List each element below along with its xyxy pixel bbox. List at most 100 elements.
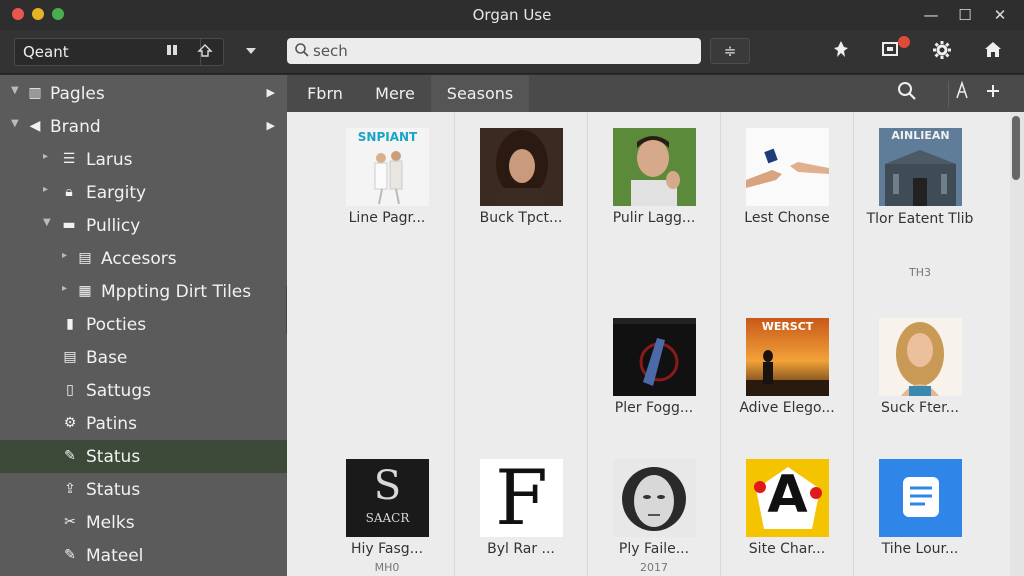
- sidebar-item-pagles[interactable]: ▼ ▥ Pagles ▶: [0, 77, 287, 110]
- sidebar-item-pullicy[interactable]: ▼ ▬ Pullicy: [0, 209, 287, 242]
- search-input[interactable]: [313, 40, 693, 62]
- collapse-arrow-icon[interactable]: ▸: [43, 184, 48, 195]
- expand-arrow-icon[interactable]: ▼: [11, 118, 19, 129]
- sidebar-item-status[interactable]: ⇪ Status: [0, 473, 287, 506]
- tab-bar: Fbrn Mere Seasons: [287, 75, 1024, 112]
- tile-label: Tlor Eatent Tlib: [866, 211, 974, 227]
- portrait-woman-thumbnail: [480, 128, 563, 206]
- file-icon: ▯: [66, 382, 74, 398]
- export-icon: ⇪: [64, 481, 76, 497]
- tile-label: Ply Faile...: [618, 541, 690, 557]
- tile-label: Byl Rar ...: [487, 541, 555, 557]
- sidebar-item-brand[interactable]: ▼ ◀ Brand ▶: [0, 110, 287, 143]
- sidebar-item-label: Base: [86, 348, 128, 368]
- tag-icon: ◀: [29, 118, 41, 134]
- scrollbar-thumb[interactable]: [1012, 116, 1020, 180]
- filter-button[interactable]: ≑: [710, 38, 750, 64]
- search-box[interactable]: [287, 38, 701, 64]
- content-scrollbar[interactable]: [1010, 112, 1024, 576]
- hands-thumbnail: [746, 128, 829, 206]
- thumbnail-letter: F: [495, 459, 548, 537]
- tile-label: Adive Elego...: [739, 400, 835, 416]
- tile-sublabel: TH3: [909, 266, 931, 279]
- maximize-button[interactable]: ☐: [954, 4, 976, 26]
- collapse-arrow-icon[interactable]: ▸: [62, 250, 67, 261]
- document-icon: ▤: [78, 250, 92, 266]
- thumbnail-title: SAACR: [365, 511, 410, 525]
- sidebar-item-pocties[interactable]: ▮ Pocties: [0, 308, 287, 341]
- pages-icon: ▥: [28, 85, 42, 101]
- tab-fbrn[interactable]: Fbrn: [297, 75, 353, 112]
- sidebar-item-patins[interactable]: ⚙ Patins: [0, 407, 287, 440]
- split-view-icon[interactable]: [163, 43, 181, 61]
- sidebar-item-label: Brand: [50, 117, 101, 137]
- tile-label: Hiy Fasg...: [350, 541, 424, 557]
- expand-arrow-icon[interactable]: ▼: [43, 217, 51, 228]
- sunset-thumbnail: WERSCT: [746, 318, 829, 396]
- tile-sublabel: 2017: [640, 561, 668, 574]
- lock-icon: 🔒︎: [65, 184, 73, 200]
- sidebar-item-mapping-tiles[interactable]: ▸ ▦ Mppting Dirt Tiles: [0, 275, 287, 308]
- collapse-arrow-icon[interactable]: ▸: [62, 283, 67, 294]
- tab-seasons[interactable]: Seasons: [431, 75, 529, 112]
- location-text: Qeant: [23, 43, 69, 61]
- notification-badge-dot: [898, 36, 910, 48]
- window-title: Organ Use: [472, 6, 552, 24]
- minimize-button[interactable]: —: [920, 4, 942, 26]
- poster-couple-thumbnail: SNPIANT: [346, 128, 429, 206]
- sidebar-item-label: Status: [86, 447, 141, 467]
- tile-label: Pulir Lagg...: [612, 210, 696, 226]
- letter-f-thumbnail: F: [480, 459, 563, 537]
- home-icon[interactable]: [981, 40, 1005, 64]
- chevron-right-icon[interactable]: ▶: [267, 119, 275, 132]
- gear-icon[interactable]: [930, 40, 954, 64]
- sidebar-item-label: Mateel: [86, 546, 144, 566]
- sidebar-item-label: Pullicy: [86, 216, 141, 236]
- tile-label: Suck Fter...: [881, 400, 959, 416]
- sidebar-item-melks[interactable]: ✂ Melks: [0, 506, 287, 539]
- content-grid: SNPIANT Line Pagr... Buck Tpct... Pulir …: [287, 112, 1024, 576]
- sidebar-item-label: Patins: [86, 414, 137, 434]
- gear-icon: ⚙: [63, 415, 77, 431]
- letter-a-thumbnail: A: [746, 459, 829, 537]
- doc-app-thumbnail: [879, 459, 962, 537]
- sidebar-item-status-active[interactable]: ✎ Status: [0, 440, 287, 473]
- thumbnail-letter: A: [767, 465, 808, 525]
- sidebar-item-mateel[interactable]: ✎ Mateel: [0, 539, 287, 572]
- tab-mere[interactable]: Mere: [361, 75, 429, 112]
- tile-label: Lest Chonse: [744, 210, 830, 226]
- sidebar-item-label: Eargity: [86, 183, 147, 203]
- page-icon: ▮: [66, 316, 74, 332]
- thumbnail-letter: S: [373, 463, 402, 509]
- sidebar: ▼ ▥ Pagles ▶ ▼ ◀ Brand ▶ ▸ ☰ Larus ▸ 🔒︎ …: [0, 75, 287, 576]
- sidebar-item-label: Sattugs: [86, 381, 151, 401]
- sidebar-item-sattugs[interactable]: ▯ Sattugs: [0, 374, 287, 407]
- pin-icon[interactable]: [829, 40, 853, 64]
- tile-label: Line Pagr...: [348, 210, 426, 226]
- sidebar-item-larus[interactable]: ▸ ☰ Larus: [0, 143, 287, 176]
- home-outline-icon[interactable]: [196, 43, 214, 61]
- list-icon: ☰: [62, 151, 76, 167]
- sidebar-item-eargity[interactable]: ▸ 🔒︎ Eargity: [0, 176, 287, 209]
- stack-icon: ▤: [63, 349, 77, 365]
- search-icon[interactable]: [894, 81, 920, 107]
- collapse-arrow-icon[interactable]: ▸: [43, 151, 48, 162]
- expand-arrow-icon[interactable]: ▼: [11, 85, 19, 96]
- tool-icon: ✂: [64, 514, 76, 530]
- chevron-down-icon[interactable]: [240, 40, 262, 62]
- sidebar-item-accesors[interactable]: ▸ ▤ Accesors: [0, 242, 287, 275]
- sidebar-item-base[interactable]: ▤ Base: [0, 341, 287, 374]
- pen-icon: ✎: [64, 448, 76, 464]
- tile-label: Buck Tpct...: [479, 210, 563, 226]
- text-style-icon[interactable]: [948, 80, 974, 107]
- poster-dark-thumbnail: [613, 318, 696, 396]
- folder-icon: ▬: [62, 217, 76, 233]
- close-button[interactable]: ✕: [989, 4, 1011, 26]
- building-thumbnail: AINLIEAN: [879, 128, 962, 206]
- chevron-right-icon[interactable]: ▶: [267, 86, 275, 99]
- location-box[interactable]: Qeant: [14, 38, 224, 66]
- pen-icon: ✎: [64, 547, 76, 563]
- add-icon[interactable]: [980, 81, 1006, 107]
- sidebar-item-label: Mppting Dirt Tiles: [101, 282, 252, 302]
- search-icon: [295, 43, 309, 57]
